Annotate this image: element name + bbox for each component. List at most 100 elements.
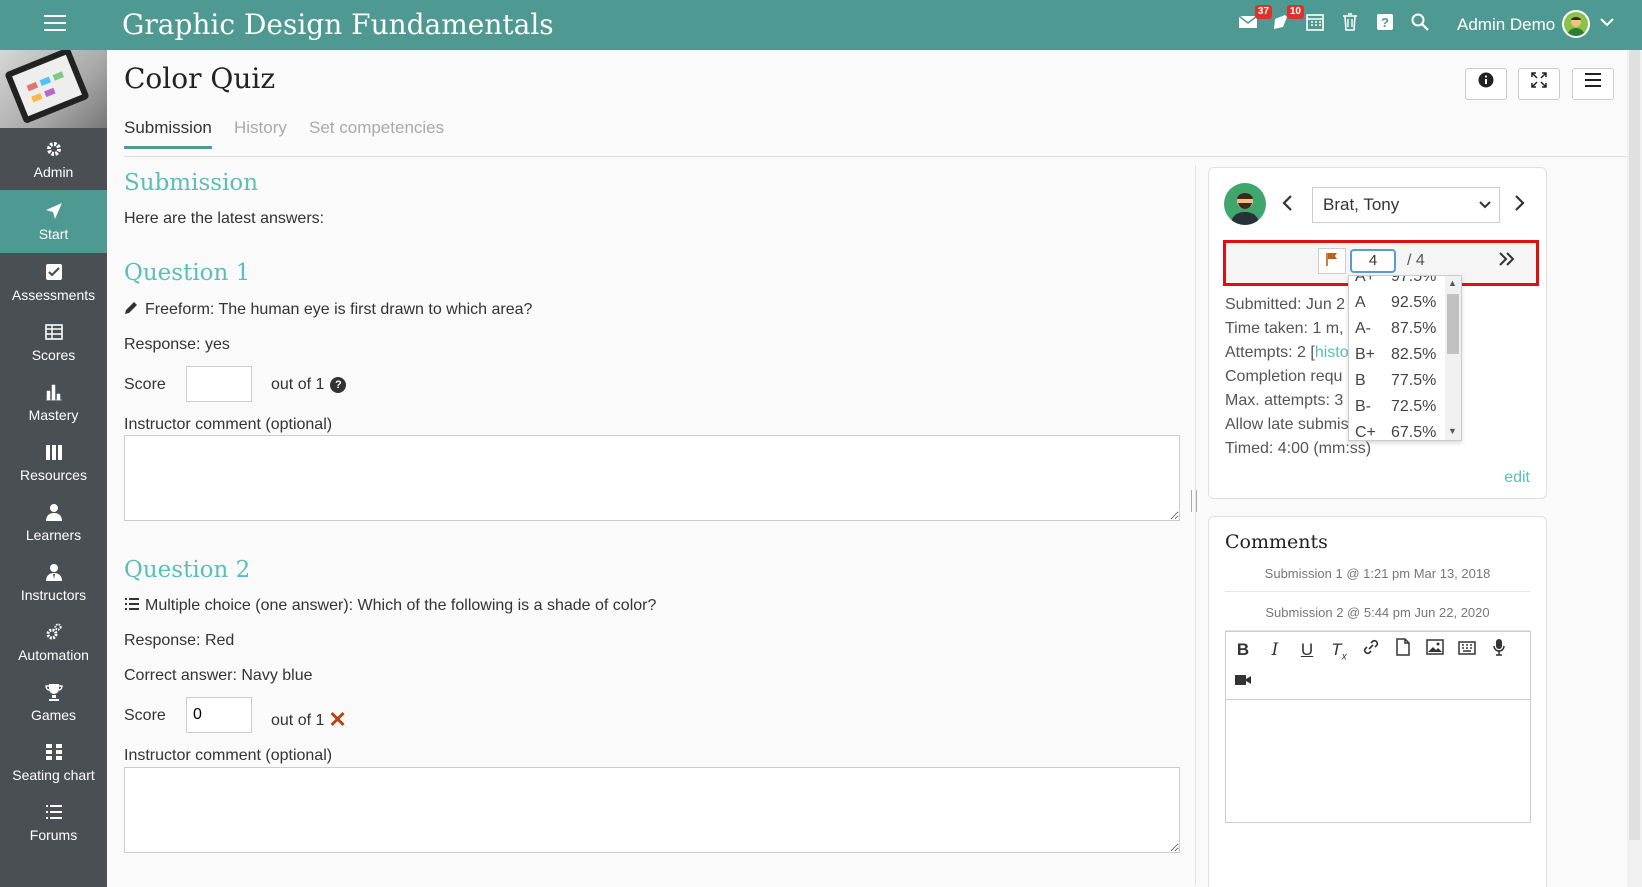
sidebar-item-learners[interactable]: Learners — [0, 491, 107, 554]
course-title[interactable]: Graphic Design Fundamentals — [122, 8, 554, 41]
sidebar-item-label: Forums — [29, 827, 78, 843]
chevron-right-icon — [1515, 195, 1525, 211]
notifications-icon[interactable]: 10 — [1268, 5, 1304, 37]
submission-heading: Submission — [124, 170, 259, 196]
info-icon — [1478, 72, 1494, 88]
late-submission-info: Allow late submis — [1225, 416, 1349, 433]
attempt-number-input[interactable]: 4 — [1350, 249, 1396, 273]
help-icon[interactable]: ? — [1373, 13, 1397, 37]
video-icon[interactable] — [1231, 670, 1255, 694]
question-1-comment-field[interactable] — [124, 435, 1180, 521]
chevron-down-icon[interactable] — [1600, 14, 1614, 32]
grade-option[interactable]: A+ 97.5% — [1349, 276, 1445, 290]
comments-panel: Comments Submission 1 @ 1:21 pm Mar 13, … — [1208, 516, 1547, 887]
student-select[interactable]: Brat, Tony — [1312, 187, 1500, 223]
sidebar-item-label: Resources — [20, 467, 87, 483]
submission-1-comment-header[interactable]: Submission 1 @ 1:21 pm Mar 13, 2018 — [1225, 566, 1530, 592]
page-scrollbar[interactable] — [1627, 50, 1642, 887]
grade-option[interactable]: B 77.5% — [1349, 368, 1445, 394]
search-icon[interactable] — [1408, 13, 1432, 37]
bold-icon[interactable]: B — [1231, 638, 1255, 662]
double-chevron-right-icon — [1499, 252, 1515, 266]
menu-icon[interactable] — [44, 15, 66, 33]
incorrect-x-icon: ✕ — [328, 707, 347, 732]
sidebar-item-forums[interactable]: Forums — [0, 791, 107, 854]
sidebar-item-start[interactable]: Start — [0, 190, 107, 253]
sidebar-item-resources[interactable]: Resources — [0, 431, 107, 494]
sidebar-item-games[interactable]: Games — [0, 671, 107, 734]
table-icon — [44, 323, 64, 341]
trash-icon[interactable] — [1338, 13, 1362, 37]
tab-submission[interactable]: Submission — [124, 118, 212, 149]
score-label: Score — [124, 707, 166, 724]
resize-handle[interactable] — [1191, 490, 1197, 512]
scroll-up-icon[interactable]: ▲ — [1448, 278, 1457, 288]
link-icon[interactable] — [1359, 638, 1383, 662]
menu-button[interactable] — [1572, 68, 1614, 100]
user-avatar[interactable] — [1562, 10, 1590, 38]
previous-student-button[interactable] — [1281, 192, 1293, 218]
comments-title: Comments — [1225, 531, 1328, 553]
sidebar-item-mastery[interactable]: Mastery — [0, 371, 107, 434]
clear-format-icon[interactable]: Tx — [1327, 638, 1351, 662]
timed-info: Timed: 4:00 (mm:ss) — [1225, 440, 1372, 457]
history-link[interactable]: histo — [1315, 344, 1349, 361]
books-icon — [44, 443, 64, 461]
info-button[interactable] — [1465, 68, 1507, 100]
sidebar-item-instructors[interactable]: Instructors — [0, 551, 107, 614]
question-2-comment-field[interactable] — [124, 767, 1180, 853]
scrollbar-thumb[interactable] — [1447, 294, 1459, 354]
sidebar: Admin Start Assessments Scores Mastery R… — [0, 50, 107, 887]
question-2-response: Response: Red — [124, 632, 235, 649]
sidebar-item-admin[interactable]: Admin — [0, 128, 107, 191]
question-2-out-of: out of 1 ✕ — [271, 707, 347, 732]
score-label: Score — [124, 376, 166, 393]
tab-set-competencies[interactable]: Set competencies — [309, 118, 444, 146]
fullscreen-button[interactable] — [1518, 68, 1560, 100]
grade-option[interactable]: B+ 82.5% — [1349, 342, 1445, 368]
messages-icon[interactable]: 37 — [1236, 5, 1272, 37]
grade-option[interactable]: A- 87.5% — [1349, 316, 1445, 342]
course-image — [0, 50, 107, 128]
user-name[interactable]: Admin Demo — [1457, 15, 1555, 35]
sidebar-item-automation[interactable]: Automation — [0, 611, 107, 674]
submitted-info: Submitted: Jun 2 — [1225, 296, 1346, 313]
grade-option[interactable]: C+ 67.5% — [1349, 420, 1445, 440]
question-2-correct-answer: Correct answer: Navy blue — [124, 667, 313, 684]
gears-icon — [44, 623, 64, 641]
grade-option[interactable]: A 92.5% — [1349, 290, 1445, 316]
calendar-icon[interactable] — [1303, 13, 1327, 37]
page-title: Color Quiz — [124, 62, 276, 95]
file-icon[interactable] — [1391, 638, 1415, 662]
tab-history[interactable]: History — [234, 118, 287, 146]
flag-button[interactable] — [1318, 248, 1346, 274]
submission-2-comment-header[interactable]: Submission 2 @ 5:44 pm Jun 22, 2020 — [1225, 605, 1530, 631]
italic-icon[interactable]: I — [1263, 638, 1287, 662]
image-icon[interactable] — [1423, 638, 1447, 662]
next-student-button[interactable] — [1514, 192, 1526, 218]
help-circle-icon[interactable]: ? — [330, 377, 347, 393]
sidebar-item-label: Assessments — [11, 287, 96, 303]
max-attempts-info: Max. attempts: 3 — [1225, 392, 1344, 409]
question-2-score-input[interactable] — [186, 697, 252, 733]
grade-dropdown[interactable]: A+ 97.5% A 92.5% A- 87.5% B+ 82.5% B 77.5% B-… — [1348, 275, 1462, 441]
last-attempt-button[interactable] — [1498, 247, 1516, 273]
comment-editor: B I U Tx — [1225, 631, 1531, 823]
underline-icon[interactable]: U — [1295, 638, 1319, 662]
sidebar-item-seating-chart[interactable]: Seating chart — [0, 731, 107, 794]
edit-link[interactable]: edit — [1504, 469, 1530, 487]
grade-option[interactable]: B- 72.5% — [1349, 394, 1445, 420]
checkbox-icon — [44, 263, 64, 281]
sidebar-item-assessments[interactable]: Assessments — [0, 251, 107, 314]
scroll-down-icon[interactable]: ▼ — [1448, 426, 1457, 436]
scrollbar-thumb[interactable] — [1629, 50, 1640, 840]
keyboard-icon[interactable] — [1455, 638, 1479, 662]
panel-divider — [1195, 165, 1196, 885]
sidebar-item-scores[interactable]: Scores — [0, 311, 107, 374]
trophy-icon — [44, 683, 64, 701]
question-1-score-input[interactable] — [186, 366, 252, 402]
microphone-icon[interactable] — [1487, 638, 1511, 662]
bar-chart-icon — [44, 383, 64, 401]
grade-scrollbar[interactable]: ▲ ▼ — [1445, 276, 1461, 440]
sidebar-item-label: Scores — [31, 347, 76, 363]
